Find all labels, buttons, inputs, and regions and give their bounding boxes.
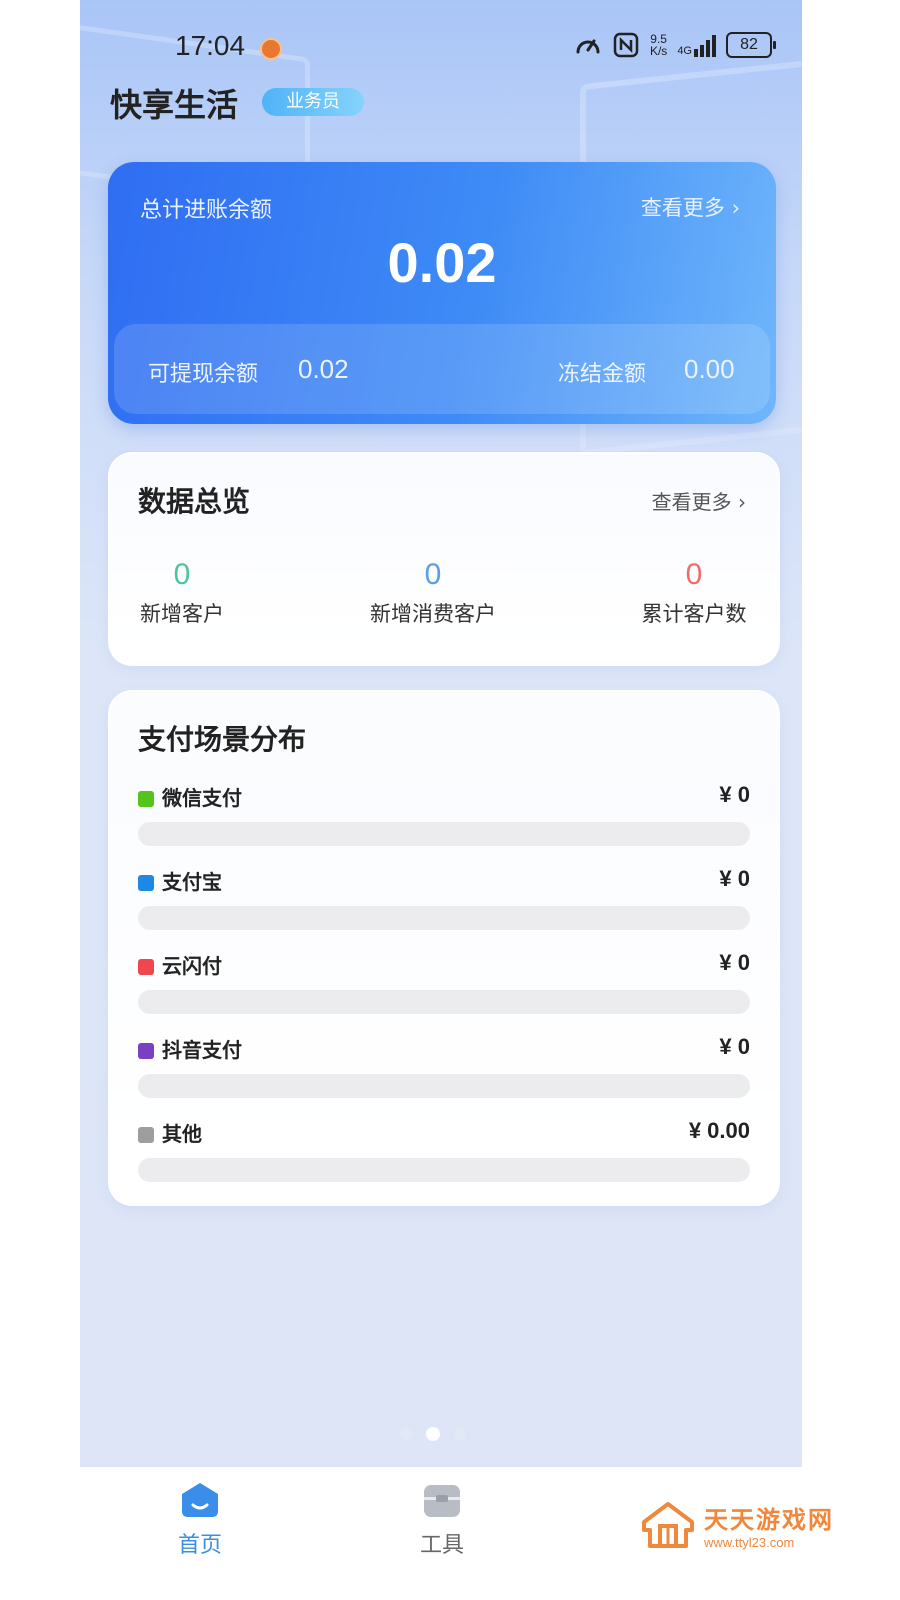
stat-total-customers[interactable]: 0 累计客户数 [638,558,750,628]
network-type: 4G [677,45,692,57]
payment-name: 支付宝 [162,870,222,894]
legend-swatch [138,1127,154,1143]
legend-swatch [138,791,154,807]
page-dot[interactable] [454,1428,466,1440]
stat-label: 新增消费客户 [370,602,496,626]
overview-title: 数据总览 [138,485,251,518]
tab-home[interactable]: 首页 [150,1481,250,1559]
tab-tools[interactable]: 工具 [392,1481,492,1559]
frozen-label: 冻结金额 [558,362,647,387]
network-speed-unit: K/s [649,44,668,58]
balance-card[interactable]: 总计进账余额 查看更多 › 0.02 可提现余额 0.02 冻结金额 0.00 [108,162,776,424]
stat-new-customers[interactable]: 0 新增客户 [138,558,226,628]
stat-value: 0 [685,558,703,591]
payment-name: 其他 [162,1122,202,1146]
balance-label: 总计进账余额 [140,198,273,223]
payment-progress-bar [138,822,750,846]
payment-row-other: 其他 ¥ 0.00 [138,1116,750,1186]
notification-app-icon [260,38,282,60]
stat-new-paying-customers[interactable]: 0 新增消费客户 [366,558,500,628]
payment-progress-bar [138,906,750,930]
payment-amount: ¥ 0 [719,782,750,807]
payment-amount: ¥ 0 [719,866,750,891]
legend-swatch [138,875,154,891]
legend-swatch [138,959,154,975]
balance-breakdown: 可提现余额 0.02 冻结金额 0.00 [114,324,770,414]
signal-bars-icon [694,33,716,57]
tab-label: 首页 [177,1533,222,1558]
watermark-text: 天天游戏网 www.ttyl23.com [704,1500,834,1550]
payment-row-douyin: 抖音支付 ¥ 0 [138,1032,750,1102]
tab-label: 工具 [419,1533,464,1558]
watermark-title: 天天游戏网 [704,1506,834,1534]
status-time: 17:04 [175,30,246,61]
payment-row-alipay: 支付宝 ¥ 0 [138,864,750,934]
stat-label: 累计客户数 [641,602,747,626]
battery-icon: 82 [726,32,776,58]
stat-value: 0 [424,558,442,591]
overview-more-link[interactable]: 查看更多 › [652,486,746,515]
payment-progress-bar [138,1158,750,1182]
payment-amount: ¥ 0.00 [688,1118,750,1143]
balance-amount: 0.02 [387,231,497,294]
toolbox-icon [424,1485,460,1517]
overview-more-label: 查看更多 [651,490,732,514]
payment-title: 支付场景分布 [138,723,307,756]
home-icon [182,1483,218,1517]
stat-label: 新增客户 [140,602,224,626]
balance-more-label: 查看更多 [640,196,725,220]
payment-amount: ¥ 0 [719,950,750,975]
payment-row-wechat: 微信支付 ¥ 0 [138,780,750,850]
frozen-value: 0.00 [684,354,735,384]
withdrawable-label: 可提现余额 [148,362,259,387]
payment-distribution-card: 支付场景分布 微信支付 ¥ 0 支付宝 ¥ 0 云闪付 ¥ 0 抖音支付 ¥ 0 [108,690,780,1206]
speedometer-icon [576,39,600,54]
status-bar: 17:04 9.5 K/s 4G 82 [80,28,802,68]
page-indicator [400,1427,466,1441]
payment-progress-bar [138,1074,750,1098]
payment-name: 微信支付 [162,786,242,810]
payment-progress-bar [138,990,750,1014]
role-badge: 业务员 [262,88,364,116]
withdrawable-value: 0.02 [298,354,349,384]
legend-swatch [138,1043,154,1059]
stat-value: 0 [173,558,191,591]
network-speed: 9.5 K/s [650,33,667,57]
chevron-right-icon: › [724,196,740,220]
chevron-right-icon: › [731,490,746,514]
payment-name: 抖音支付 [162,1038,242,1062]
payment-row-unionpay: 云闪付 ¥ 0 [138,948,750,1018]
watermark: 天天游戏网 www.ttyl23.com [640,1500,834,1550]
watermark-url: www.ttyl23.com [704,1535,795,1550]
payment-amount: ¥ 0 [719,1034,750,1059]
nfc-icon [613,32,639,58]
cellular-signal: 4G [677,33,716,57]
app-title: 快享生活 [110,86,239,124]
data-overview-card: 数据总览 查看更多 › 0 新增客户 0 新增消费客户 0 累计客户数 [108,452,780,666]
status-icons: 9.5 K/s 4G 82 [574,32,776,58]
watermark-logo-icon [642,1502,694,1548]
app-screen: 17:04 9.5 K/s 4G 82 快享生活 业务员 总计进账余额 查看更多… [80,0,802,1467]
page-dot[interactable] [426,1427,440,1441]
payment-name: 云闪付 [162,954,222,978]
balance-more-link[interactable]: 查看更多 › [641,192,740,222]
page-dot[interactable] [400,1428,412,1440]
